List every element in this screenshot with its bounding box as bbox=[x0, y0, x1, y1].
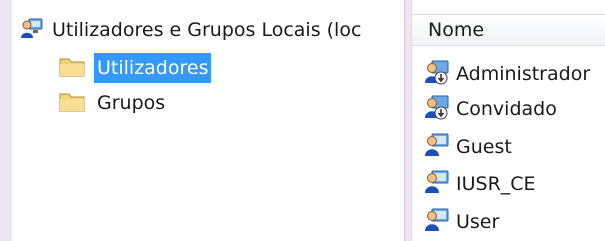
tree-root-label: Utilizadores e Grupos Locais (loc bbox=[52, 19, 362, 41]
column-header-nome[interactable]: Nome bbox=[412, 14, 605, 46]
folder-icon bbox=[58, 54, 86, 83]
tree-pane: Utilizadores e Grupos Locais (loc Utiliz… bbox=[12, 0, 405, 241]
tree-item-grupos[interactable]: Grupos bbox=[58, 87, 168, 119]
user-name: User bbox=[456, 211, 500, 233]
folder-icon bbox=[58, 89, 86, 118]
tree-item-label: Utilizadores bbox=[94, 53, 212, 83]
list-item[interactable]: User bbox=[424, 205, 499, 239]
user-icon bbox=[424, 132, 450, 163]
computer-users-icon bbox=[20, 16, 44, 45]
user-icon bbox=[424, 207, 450, 238]
list-item[interactable]: Administrador bbox=[424, 57, 590, 91]
user-name: IUSR_CE bbox=[456, 173, 536, 195]
tree-root-node[interactable]: Utilizadores e Grupos Locais (loc bbox=[20, 14, 361, 46]
user-name: Administrador bbox=[456, 63, 591, 85]
disabled-user-icon bbox=[424, 59, 450, 90]
list-pane: Nome Administrador Convidado Guest IUSR_… bbox=[411, 0, 605, 241]
column-header-label: Nome bbox=[428, 19, 485, 41]
tree-item-utilizadores[interactable]: Utilizadores bbox=[58, 52, 212, 84]
disabled-user-icon bbox=[424, 94, 450, 125]
list-item[interactable]: Guest bbox=[424, 130, 512, 164]
user-icon bbox=[424, 169, 450, 200]
user-name: Convidado bbox=[456, 98, 557, 120]
list-item[interactable]: Convidado bbox=[424, 92, 557, 126]
tree-item-label: Grupos bbox=[97, 92, 166, 114]
user-name: Guest bbox=[456, 136, 512, 158]
list-item[interactable]: IUSR_CE bbox=[424, 167, 536, 201]
